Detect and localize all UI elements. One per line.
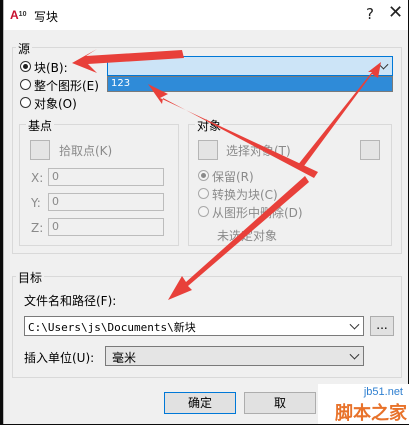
title-bar: A10 写块 ? ✕ [4,0,408,30]
radio-retain[interactable] [198,170,209,181]
radio-block[interactable] [20,61,31,72]
autocad-icon: A10 [10,8,27,22]
chevron-down-icon [378,59,389,70]
ok-button[interactable]: 确定 [164,392,236,414]
browse-button[interactable]: ... [370,316,394,336]
radio-delete-label: 从图形中删除(D) [212,206,303,220]
help-icon[interactable]: ? [366,5,374,23]
z-label: Z: [31,221,44,235]
cancel-button[interactable]: 取 [244,392,316,414]
quick-select-icon [360,140,380,160]
write-block-dialog: A10 写块 ? ✕ 源 块(B): 整个图形(E) 对象(O) 123 基点 … [3,0,408,424]
x-label: X: [31,171,44,185]
pick-point-icon [30,140,50,160]
close-icon[interactable]: ✕ [388,2,403,23]
base-point-label: 基点 [26,117,55,134]
file-path-label: 文件名和路径(F): [24,294,117,308]
radio-convert-label: 转换为块(C) [212,188,278,202]
z-input[interactable]: 0 [48,218,164,236]
block-dropdown-list: 123 [107,76,393,92]
file-path-combo[interactable]: C:\Users\js\Documents\新块 [24,316,364,336]
radio-whole-drawing[interactable] [20,79,31,90]
block-name-combo[interactable] [107,56,393,76]
radio-whole-drawing-label: 整个图形(E) [34,79,99,93]
y-label: Y: [31,196,41,210]
radio-block-label: 块(B): [34,61,68,75]
file-path-value: C:\Users\js\Documents\新块 [28,321,196,334]
target-group-label: 目标 [16,269,45,286]
radio-retain-label: 保留(R) [212,170,254,184]
chevron-down-icon [349,349,360,360]
pick-point-label: 拾取点(K) [59,144,113,158]
source-group-label: 源 [16,40,33,57]
watermark-name: 脚本之家 [335,403,407,424]
radio-delete-from-drawing[interactable] [198,206,209,217]
chevron-down-icon [349,319,360,330]
radio-objects[interactable] [20,97,31,108]
select-objects-icon [198,140,218,160]
y-input[interactable]: 0 [48,193,164,211]
site-watermark: jb51.net 脚本之家 [318,384,409,424]
watermark-site: jb51.net [363,386,403,398]
insert-units-label: 插入单位(U): [24,351,95,365]
insert-units-combo[interactable]: 毫米 [105,346,364,366]
radio-convert-to-block[interactable] [198,188,209,199]
select-objects-label: 选择对象(T) [226,144,291,158]
insert-units-value: 毫米 [112,351,137,365]
dropdown-item-123[interactable]: 123 [108,77,392,91]
objects-label: 对象 [195,117,224,134]
window-title: 写块 [34,10,59,24]
no-objects-selected: 未选定对象 [217,229,278,243]
x-input[interactable]: 0 [48,168,164,186]
radio-objects-label: 对象(O) [34,97,77,111]
